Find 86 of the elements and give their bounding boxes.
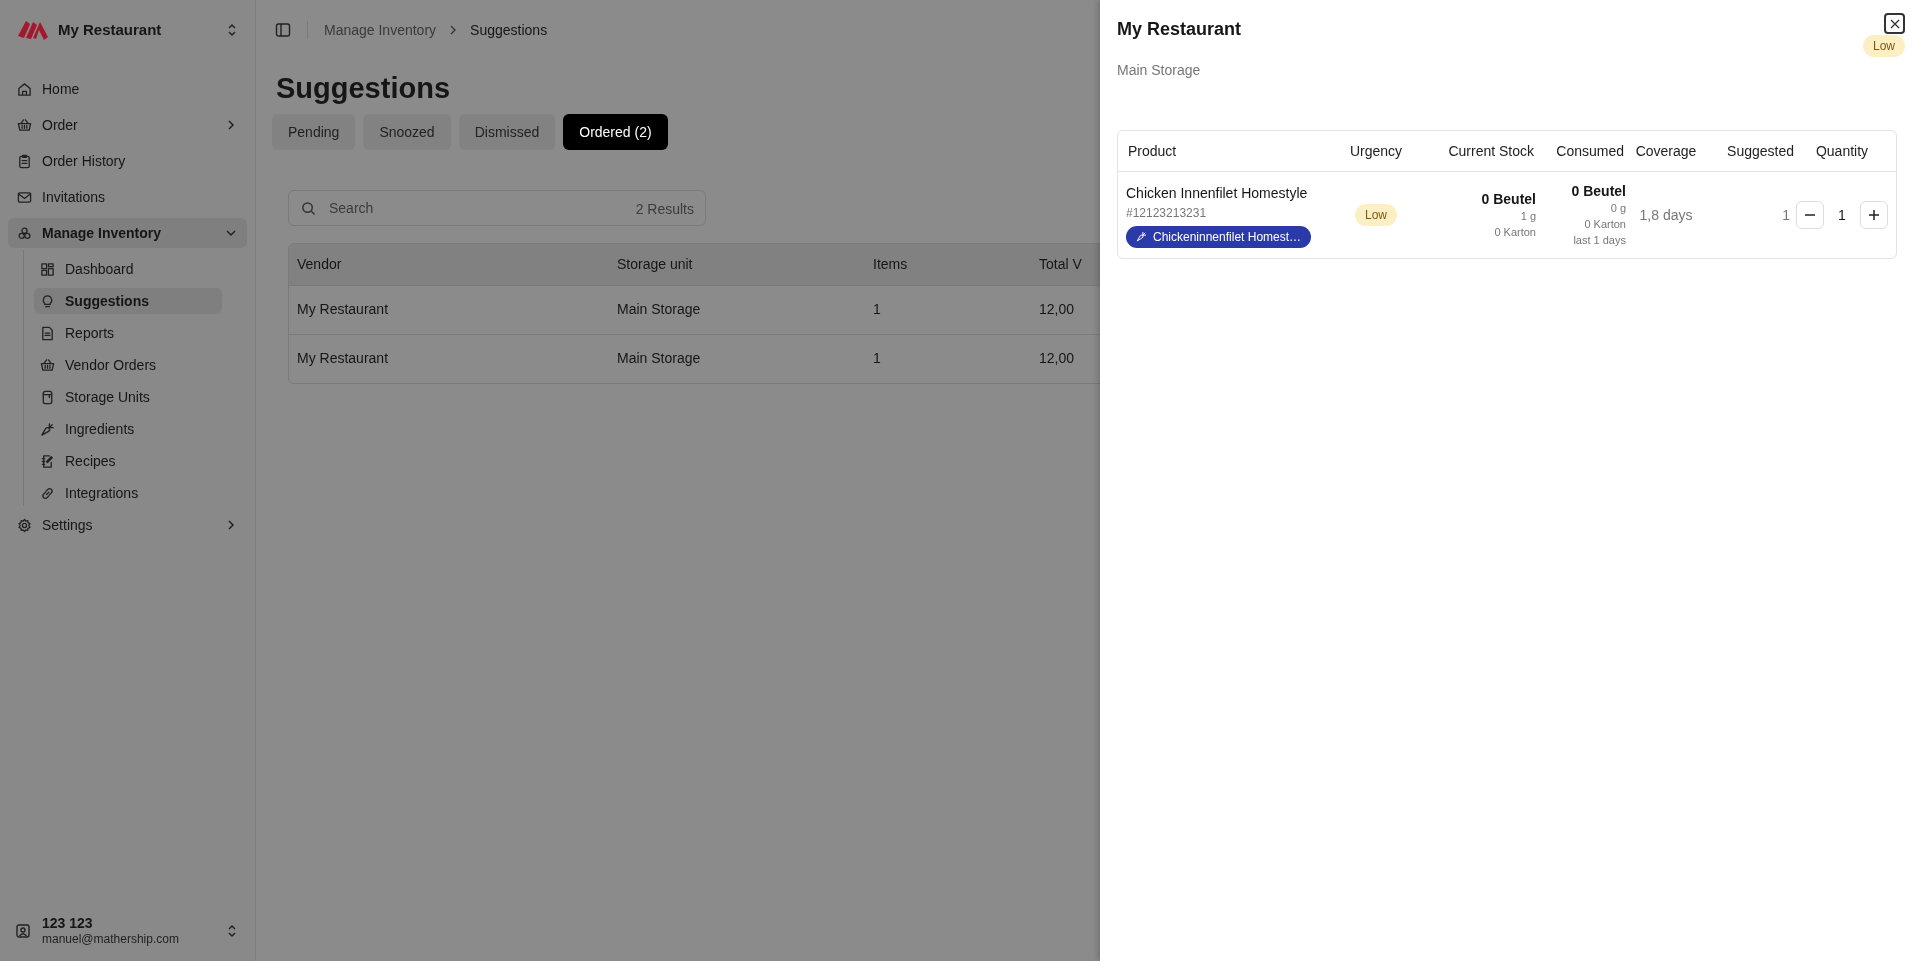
boxes-icon <box>17 225 32 241</box>
basket-icon <box>40 357 55 373</box>
breadcrumb-link[interactable]: Manage Inventory <box>324 19 437 41</box>
column-header: Total V <box>1031 244 1100 285</box>
stock-detail: 0 Karton <box>1494 225 1536 240</box>
carrot-icon <box>40 421 55 437</box>
result-count: 2 Results <box>635 200 694 219</box>
nav-item[interactable]: Manage Inventory <box>8 218 247 248</box>
container-icon <box>40 389 55 405</box>
search-icon <box>301 201 316 216</box>
stock-amount: 0 Beutel <box>1571 182 1626 200</box>
carrot-icon <box>1136 231 1147 242</box>
clipboard-icon <box>17 153 32 169</box>
chevrons-icon[interactable] <box>225 924 239 938</box>
column-header: Vendor <box>289 244 609 285</box>
sheet-title: My Restaurant <box>1117 18 1242 41</box>
nav-item[interactable]: Order <box>8 110 247 140</box>
user-email: manuel@mathership.com <box>42 932 180 948</box>
logo-icon <box>16 18 50 42</box>
brand-name: My Restaurant <box>58 19 163 40</box>
table-cell: 1 <box>865 334 1031 383</box>
nav-item[interactable]: Ingredients <box>34 416 222 442</box>
nav-item[interactable]: Suggestions <box>34 288 222 314</box>
quantity-value: 1 <box>1838 205 1846 225</box>
stock-detail: 1 g <box>1520 209 1536 224</box>
sheet-subtitle: Main Storage <box>1117 61 1202 80</box>
column-header: Product <box>1127 141 1178 161</box>
product-sku: #12123213231 <box>1126 204 1207 222</box>
table-cell: My Restaurant <box>289 285 609 334</box>
column-header: Coverage <box>1634 141 1698 161</box>
sidebar-toggle-icon[interactable] <box>275 22 291 38</box>
coverage-value: 1,8 days <box>1638 205 1694 225</box>
table-cell: 12,00 <box>1031 285 1100 334</box>
nav-item[interactable]: Vendor Orders <box>34 352 222 378</box>
table-cell: 1 <box>865 285 1031 334</box>
stock-detail: 0 g <box>1610 201 1626 216</box>
lightbulb-icon <box>40 293 55 309</box>
urgency-badge: Low <box>1863 35 1905 57</box>
close-button[interactable] <box>1884 13 1905 34</box>
column-header: Storage unit <box>609 244 865 285</box>
nav-item[interactable]: Reports <box>34 320 222 346</box>
document-icon <box>40 325 55 341</box>
dashboard-icon <box>40 261 55 277</box>
nav-item[interactable]: Order History <box>8 146 247 176</box>
column-header: Quantity <box>1814 141 1870 161</box>
ingredient-tag[interactable]: Chickeninnenfilet Homest… <box>1126 225 1312 248</box>
tab[interactable]: Pending <box>272 114 356 150</box>
nav-item[interactable]: Integrations <box>34 480 222 506</box>
tab[interactable]: Snoozed <box>363 114 451 150</box>
tab[interactable]: Dismissed <box>458 114 556 150</box>
breadcrumb-current: Suggestions <box>470 20 548 40</box>
nav-item[interactable]: Home <box>8 74 247 104</box>
gear-icon <box>17 517 32 533</box>
stock-detail: 0 Karton <box>1584 217 1626 232</box>
stock-amount: 0 Beutel <box>1481 190 1536 208</box>
table-cell: Main Storage <box>609 334 865 383</box>
column-header: Urgency <box>1348 141 1404 161</box>
user-name: 123 123 <box>42 914 94 933</box>
table-cell: Main Storage <box>609 285 865 334</box>
chevrons-icon[interactable] <box>225 23 239 37</box>
mail-icon <box>17 189 32 205</box>
urgency-badge: Low <box>1355 204 1397 226</box>
notebook-icon <box>40 453 55 469</box>
nav-item[interactable]: Storage Units <box>34 384 222 410</box>
product-name: Chicken Innenfilet Homestyle <box>1126 183 1308 203</box>
stock-detail: last 1 days <box>1573 233 1626 248</box>
nav-item[interactable]: Dashboard <box>34 256 222 282</box>
home-icon <box>17 81 32 97</box>
close-icon <box>1888 17 1901 30</box>
table-cell: 12,00 <box>1031 334 1100 383</box>
basket-icon <box>17 117 32 133</box>
column-header: Current Stock <box>1447 141 1535 161</box>
plus-icon <box>1867 209 1880 221</box>
page-title: Suggestions <box>276 74 451 103</box>
nav-item[interactable]: Settings <box>8 510 247 540</box>
table-cell: My Restaurant <box>289 334 609 383</box>
increase-button[interactable] <box>1859 201 1888 229</box>
user-icon <box>16 924 30 938</box>
decrease-button[interactable] <box>1796 201 1825 229</box>
nav-item[interactable]: Recipes <box>34 448 222 474</box>
tab[interactable]: Ordered (2) <box>563 114 668 150</box>
column-header: Items <box>865 244 1031 285</box>
column-header: Consumed <box>1555 141 1625 161</box>
suggested-value: 1 <box>1781 205 1791 225</box>
column-header: Suggested <box>1726 141 1795 161</box>
nav-item[interactable]: Invitations <box>8 182 247 212</box>
